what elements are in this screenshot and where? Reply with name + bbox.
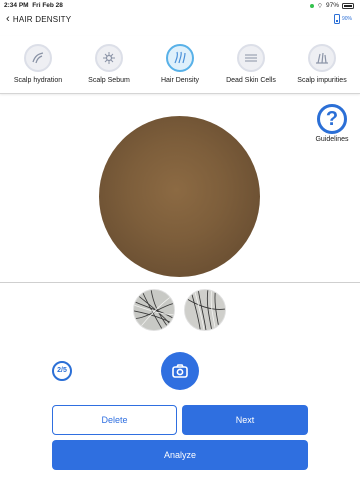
back-button[interactable]: ‹ HAIR DENSITY: [6, 14, 71, 25]
location-icon: [309, 3, 314, 8]
question-icon: ?: [317, 104, 347, 134]
tab-hair-density[interactable]: Hair Density: [144, 44, 216, 84]
tab-label: Scalp Sebum: [88, 77, 130, 84]
tab-label: Scalp impurities: [297, 77, 347, 84]
status-bar: 2:34 PM Fri Feb 28 ⌔ 97%: [0, 0, 360, 11]
battery-percent: 97%: [325, 2, 339, 9]
sebum-icon: [95, 44, 123, 72]
tab-scalp-hydration[interactable]: Scalp hydration: [2, 44, 74, 84]
page-title: HAIR DENSITY: [12, 15, 72, 24]
dead-skin-icon: [237, 44, 265, 72]
device-battery-label: 90%: [341, 16, 352, 22]
guidelines-button[interactable]: ? Guidelines: [312, 104, 352, 143]
hair-sample-image: [134, 290, 174, 330]
hair-density-icon: [166, 44, 194, 72]
tab-label: Scalp hydration: [13, 77, 63, 84]
camera-preview: [99, 116, 260, 277]
status-time: 2:34 PM Fri Feb 28: [4, 2, 63, 9]
next-button[interactable]: Next: [182, 405, 308, 435]
nav-bar: ‹ HAIR DENSITY 90%: [0, 12, 360, 32]
captured-thumbnail[interactable]: [133, 289, 175, 331]
guidelines-label: Guidelines: [315, 136, 349, 143]
analyze-button[interactable]: Analyze: [52, 440, 308, 470]
wifi-icon: ⌔: [316, 3, 323, 10]
capture-counter: 2/5: [52, 361, 72, 381]
tab-scalp-impurities[interactable]: Scalp impurities: [286, 44, 358, 84]
tab-label: Dead Skin Cells: [226, 77, 276, 84]
camera-icon: [172, 364, 188, 378]
captured-thumbnail[interactable]: [184, 289, 226, 331]
device-status: 90%: [333, 14, 352, 24]
tab-label: Hair Density: [160, 77, 200, 84]
hydration-icon: [24, 44, 52, 72]
capture-button[interactable]: [161, 352, 199, 390]
chevron-left-icon: ‹: [6, 13, 10, 25]
impurities-icon: [308, 44, 336, 72]
tab-scalp-sebum[interactable]: Scalp Sebum: [73, 44, 145, 84]
status-indicators: ⌔ 97%: [309, 1, 354, 10]
analysis-tabs: Scalp hydration Scalp Sebum Hair Density…: [0, 36, 360, 94]
device-battery-icon: [333, 14, 340, 24]
tab-dead-skin-cells[interactable]: Dead Skin Cells: [215, 44, 287, 84]
hair-sample-image: [185, 290, 225, 330]
divider: [0, 282, 360, 283]
delete-button[interactable]: Delete: [52, 405, 177, 435]
battery-icon: [342, 2, 354, 9]
